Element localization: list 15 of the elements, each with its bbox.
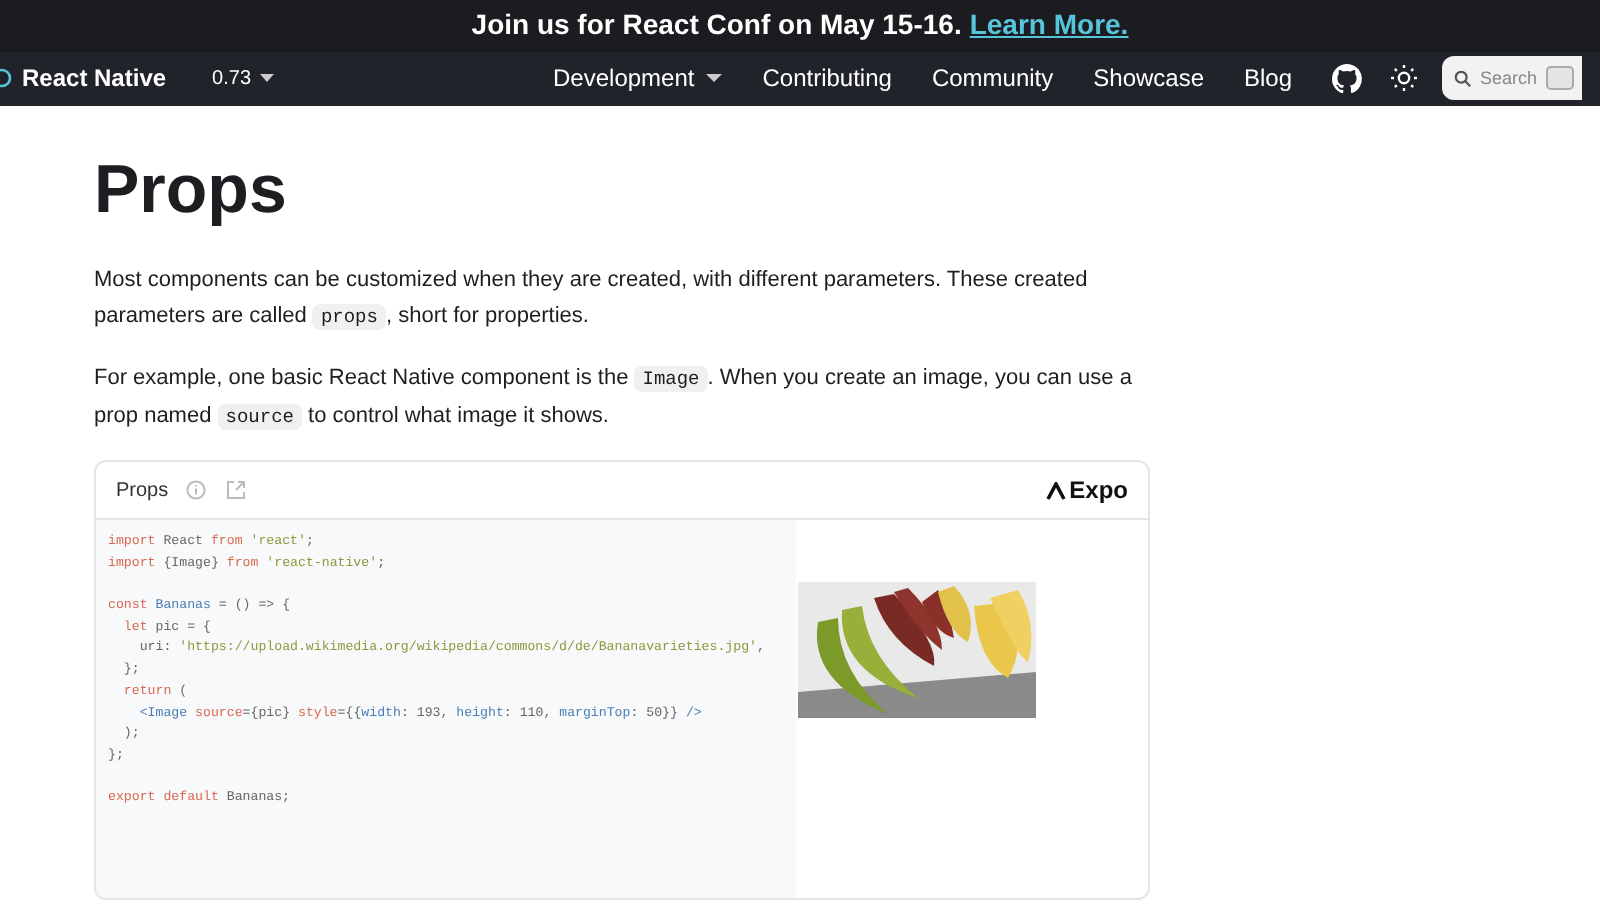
search-placeholder: Search [1480, 65, 1538, 92]
nav-link[interactable]: Showcase [1093, 60, 1205, 97]
paragraph: For example, one basic React Native component is the Image . When you create an image, you can use a prop named source to control what image it shows. [94, 364, 1134, 434]
paragraph: Most components can be customized when they are created, with different parameters. These created parameters are called props , short for properties. [94, 266, 1090, 334]
version-dropdown[interactable]: 0.73 [212, 63, 274, 94]
nav-link[interactable]: Contributing [762, 60, 892, 97]
expo-brand: Expo [1069, 474, 1128, 508]
learn-more-link[interactable]: Learn More. [969, 4, 1129, 47]
page-title: Props [94, 150, 289, 230]
announcement-text: Join us for React Conf on May 15-16. [471, 6, 962, 45]
nav-link[interactable]: Community [931, 60, 1054, 97]
brand-name[interactable]: React Native [22, 60, 167, 97]
nav-link[interactable]: Development [553, 60, 723, 97]
nav-link[interactable]: Blog [1244, 60, 1293, 97]
snack-title: Props [116, 477, 169, 505]
